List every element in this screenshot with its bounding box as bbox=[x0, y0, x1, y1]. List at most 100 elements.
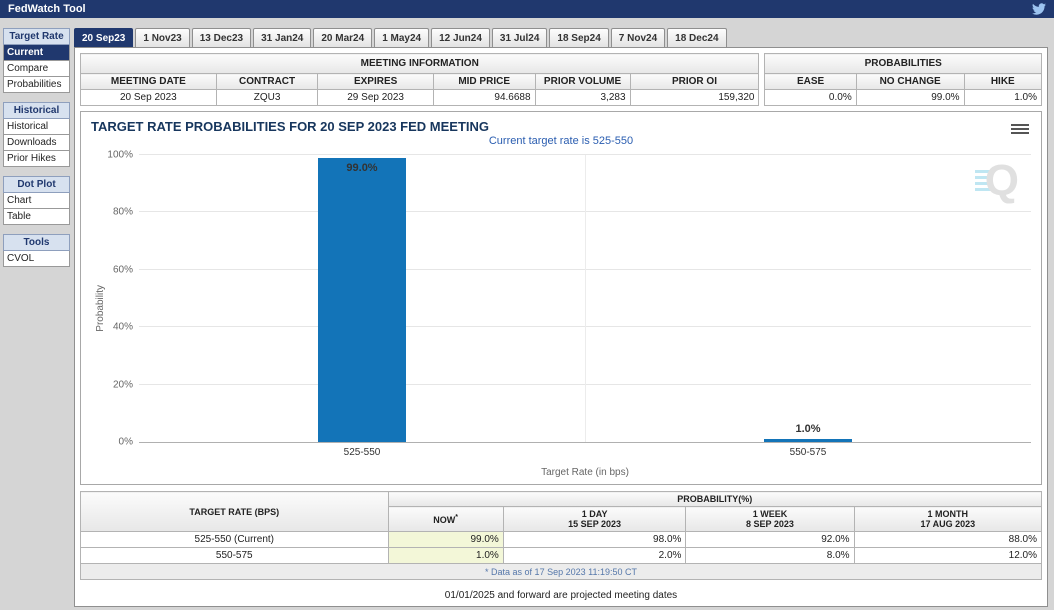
col-meeting-date: MEETING DATE bbox=[80, 73, 217, 90]
y-tick-100: 100% bbox=[107, 149, 133, 161]
prior-volume-value: 3,283 bbox=[534, 89, 631, 106]
tab-1-nov23[interactable]: 1 Nov23 bbox=[135, 28, 190, 47]
meeting-date-tabs: 20 Sep23 1 Nov23 13 Dec23 31 Jan24 20 Ma… bbox=[74, 28, 1048, 47]
app-header: FedWatch Tool bbox=[0, 0, 1054, 18]
tab-31-jul24[interactable]: 31 Jul24 bbox=[491, 28, 548, 47]
app-title: FedWatch Tool bbox=[8, 3, 86, 15]
week-cell: 8.0% bbox=[685, 547, 855, 564]
y-tick-60: 60% bbox=[112, 264, 133, 276]
probability-group-header: PROBABILITY(%) bbox=[387, 491, 1043, 507]
chart-title: TARGET RATE PROBABILITIES FOR 20 SEP 202… bbox=[91, 119, 490, 134]
col-now: NOW* bbox=[387, 506, 504, 532]
sidebar-item-probabilities[interactable]: Probabilities bbox=[3, 77, 70, 93]
month-date: 17 AUG 2023 bbox=[920, 519, 976, 529]
sidebar-item-cvol[interactable]: CVOL bbox=[3, 251, 70, 267]
sidebar-item-compare[interactable]: Compare bbox=[3, 61, 70, 77]
meeting-info-table: MEETING INFORMATION MEETING DATE CONTRAC… bbox=[79, 53, 760, 106]
sidebar-section-tools: Tools bbox=[3, 234, 70, 251]
prior-oi-value: 159,320 bbox=[629, 89, 760, 106]
day-cell: 98.0% bbox=[502, 531, 687, 548]
sidebar-item-table[interactable]: Table bbox=[3, 209, 70, 225]
week-cell: 92.0% bbox=[685, 531, 855, 548]
plot-area: 0% 20% 40% 60% 80% 100% Q 99.0% 1.0% bbox=[107, 150, 1031, 448]
day-label: 1 DAY bbox=[581, 509, 608, 519]
sidebar-item-current[interactable]: Current bbox=[3, 45, 70, 61]
rate-cell: 550-575 bbox=[80, 547, 389, 564]
col-contract: CONTRACT bbox=[215, 73, 319, 90]
bar-550-575[interactable]: 1.0% bbox=[585, 155, 1031, 442]
month-label: 1 MONTH bbox=[927, 509, 969, 519]
tab-18-dec24[interactable]: 18 Dec24 bbox=[667, 28, 727, 47]
chart-subtitle: Current target rate is 525-550 bbox=[488, 135, 634, 147]
tab-13-dec23[interactable]: 13 Dec23 bbox=[191, 28, 252, 47]
bar-value-label: 1.0% bbox=[795, 423, 821, 436]
sidebar-item-chart[interactable]: Chart bbox=[3, 193, 70, 209]
sidebar-section-historical: Historical bbox=[3, 102, 70, 119]
bar-rect-525-550[interactable] bbox=[318, 157, 406, 442]
meeting-info-row: 20 Sep 2023 ZQU3 29 Sep 2023 94.6688 3,2… bbox=[80, 89, 760, 106]
col-hike: HIKE bbox=[963, 73, 1043, 90]
col-prior-volume: PRIOR VOLUME bbox=[534, 73, 631, 90]
tab-31-jan24[interactable]: 31 Jan24 bbox=[253, 28, 312, 47]
table-row-525-550: 525-550 (Current) 99.0% 98.0% 92.0% 88.0… bbox=[80, 531, 1043, 548]
day-cell: 2.0% bbox=[502, 547, 687, 564]
y-tick-0: 0% bbox=[118, 436, 133, 448]
content-panel: MEETING INFORMATION MEETING DATE CONTRAC… bbox=[74, 47, 1048, 607]
chart-menu-icon[interactable] bbox=[1011, 122, 1029, 136]
bar-525-550[interactable]: 99.0% bbox=[139, 155, 585, 442]
mid-price-value: 94.6688 bbox=[432, 89, 536, 106]
table-footnote-row: * Data as of 17 Sep 2023 11:19:50 CT bbox=[80, 563, 1042, 580]
ease-value: 0.0% bbox=[764, 89, 857, 106]
probabilities-title: PROBABILITIES bbox=[764, 53, 1042, 74]
col-mid-price: MID PRICE bbox=[432, 73, 536, 90]
col-1-month: 1 MONTH 17 AUG 2023 bbox=[853, 506, 1043, 532]
month-cell: 88.0% bbox=[853, 531, 1043, 548]
twitter-icon[interactable] bbox=[1032, 2, 1046, 16]
chart-panel: TARGET RATE PROBABILITIES FOR 20 SEP 202… bbox=[80, 111, 1042, 485]
day-date: 15 SEP 2023 bbox=[568, 519, 622, 529]
col-1-day: 1 DAY 15 SEP 2023 bbox=[502, 506, 687, 532]
tab-1-may24[interactable]: 1 May24 bbox=[374, 28, 430, 47]
now-asterisk: * bbox=[455, 513, 459, 521]
sidebar-item-downloads[interactable]: Downloads bbox=[3, 135, 70, 151]
now-cell: 1.0% bbox=[387, 547, 504, 564]
y-tick-40: 40% bbox=[112, 321, 133, 333]
now-label: NOW bbox=[433, 514, 456, 525]
tab-20-sep23[interactable]: 20 Sep23 bbox=[74, 28, 134, 47]
col-ease: EASE bbox=[764, 73, 857, 90]
hike-value: 1.0% bbox=[963, 89, 1043, 106]
week-label: 1 WEEK bbox=[752, 509, 788, 519]
week-date: 8 SEP 2023 bbox=[746, 519, 794, 529]
sidebar-item-prior-hikes[interactable]: Prior Hikes bbox=[3, 151, 70, 167]
tab-18-sep24[interactable]: 18 Sep24 bbox=[549, 28, 609, 47]
no-change-value: 99.0% bbox=[855, 89, 965, 106]
sidebar: Target Rate Current Compare Probabilitie… bbox=[3, 28, 70, 276]
projected-dates-note: 01/01/2025 and forward are projected mee… bbox=[444, 590, 678, 601]
sidebar-item-historical[interactable]: Historical bbox=[3, 119, 70, 135]
meeting-info-title: MEETING INFORMATION bbox=[79, 53, 760, 74]
tab-7-nov24[interactable]: 7 Nov24 bbox=[610, 28, 666, 47]
plot-region: Probability 0% 20% 40% 60% 80% 100% Q 99… bbox=[91, 150, 1031, 478]
rate-header: TARGET RATE (BPS) bbox=[80, 491, 389, 532]
sidebar-section-dot-plot: Dot Plot bbox=[3, 176, 70, 193]
col-prior-oi: PRIOR OI bbox=[629, 73, 760, 90]
now-cell: 99.0% bbox=[387, 531, 504, 548]
col-no-change: NO CHANGE bbox=[855, 73, 965, 90]
tab-12-jun24[interactable]: 12 Jun24 bbox=[431, 28, 490, 47]
x-axis-label: Target Rate (in bps) bbox=[541, 467, 629, 478]
tab-20-mar24[interactable]: 20 Mar24 bbox=[313, 28, 373, 47]
col-expires: EXPIRES bbox=[317, 73, 434, 90]
month-cell: 12.0% bbox=[853, 547, 1043, 564]
y-tick-20: 20% bbox=[112, 379, 133, 391]
expires-value: 29 Sep 2023 bbox=[317, 89, 434, 106]
rate-cell: 525-550 (Current) bbox=[80, 531, 389, 548]
sidebar-section-target-rate: Target Rate bbox=[3, 28, 70, 45]
x-category-550-575: 550-575 bbox=[789, 447, 827, 458]
probabilities-summary-row: 0.0% 99.0% 1.0% bbox=[764, 89, 1043, 106]
contract-value: ZQU3 bbox=[215, 89, 319, 106]
bar-rect-550-575[interactable] bbox=[764, 439, 852, 442]
y-tick-80: 80% bbox=[112, 206, 133, 218]
x-axis-categories: 525-550 550-575 bbox=[139, 447, 1031, 458]
col-1-week: 1 WEEK 8 SEP 2023 bbox=[685, 506, 855, 532]
probabilities-summary-table: PROBABILITIES EASE NO CHANGE HIKE 0.0% 9… bbox=[764, 53, 1043, 106]
